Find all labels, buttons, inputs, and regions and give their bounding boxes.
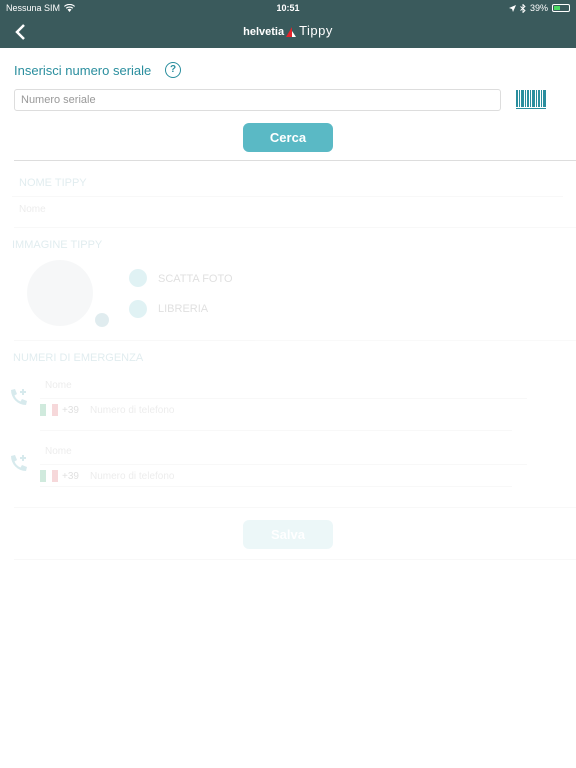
italy-flag-icon	[40, 470, 58, 482]
contact-2-name[interactable]: Nome	[45, 446, 72, 457]
italy-flag-icon	[40, 404, 58, 416]
divider	[14, 559, 576, 560]
add-phone-icon[interactable]	[9, 453, 29, 473]
contact-1-prefix[interactable]: +39	[62, 405, 79, 416]
avatar-badge-icon	[95, 313, 109, 327]
bluetooth-icon	[520, 3, 526, 13]
brand-title: helvetia Tippy	[0, 23, 576, 38]
helvetia-logo-icon	[286, 27, 297, 38]
take-photo-option[interactable]: SCATTA FOTO	[158, 273, 233, 285]
disabled-form: NOME TIPPY Nome IMMAGINE TIPPY SCATTA FO…	[0, 160, 576, 560]
contact-2-name-border	[40, 464, 527, 465]
gallery-icon[interactable]	[129, 300, 147, 318]
camera-icon[interactable]	[129, 269, 147, 287]
add-phone-icon[interactable]	[9, 387, 29, 407]
name-field-border	[12, 196, 563, 197]
status-time: 10:51	[276, 3, 300, 13]
header-bar: Nessuna SIM 10:51 39% helvetia Tippy	[0, 0, 576, 48]
library-option[interactable]: LIBRERIA	[158, 303, 208, 315]
contact-1-name-border	[40, 398, 527, 399]
divider	[14, 340, 576, 341]
location-arrow-icon	[508, 4, 516, 12]
serial-input[interactable]	[14, 89, 501, 111]
app-name: Tippy	[299, 23, 333, 38]
emergency-section-title: NUMERI DI EMERGENZA	[13, 352, 144, 364]
barcode-icon[interactable]	[515, 90, 547, 110]
save-button[interactable]: Salva	[243, 520, 333, 549]
divider	[14, 507, 576, 508]
brand-name: helvetia	[243, 26, 285, 38]
avatar-placeholder	[27, 260, 93, 326]
image-section-title: IMMAGINE TIPPY	[12, 239, 103, 251]
contact-2-number-border	[40, 486, 512, 487]
status-bar: Nessuna SIM 10:51 39%	[0, 0, 576, 16]
serial-label: Inserisci numero seriale	[14, 63, 152, 78]
nav-bar: helvetia Tippy	[0, 16, 576, 48]
battery-percent: 39%	[529, 3, 548, 13]
contact-2-prefix[interactable]: +39	[62, 471, 79, 482]
name-section-title: NOME TIPPY	[19, 177, 87, 189]
contact-1-name[interactable]: Nome	[45, 380, 72, 391]
contact-2-number[interactable]: Numero di telefono	[90, 471, 175, 482]
name-field[interactable]: Nome	[19, 204, 46, 215]
contact-1-number-border	[40, 430, 512, 431]
divider	[14, 227, 576, 228]
help-icon[interactable]: ?	[165, 62, 181, 78]
contact-1-number[interactable]: Numero di telefono	[90, 405, 175, 416]
search-button[interactable]: Cerca	[243, 123, 333, 152]
battery-icon	[552, 4, 570, 12]
